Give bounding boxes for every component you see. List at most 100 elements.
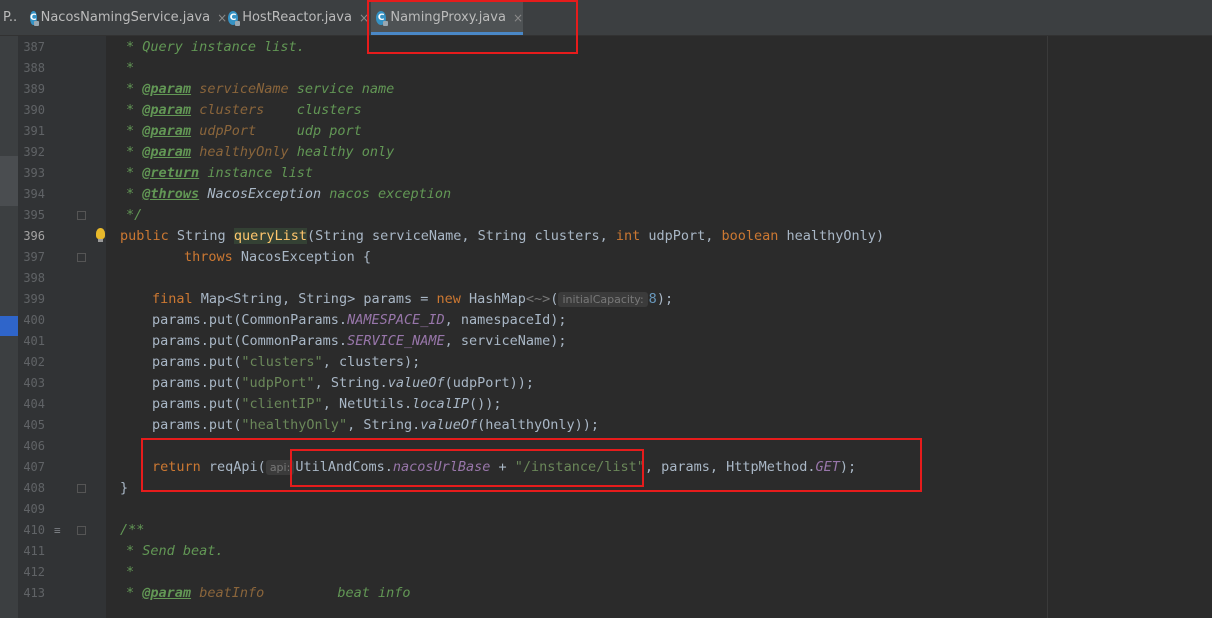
line-number: 394 [23, 187, 45, 201]
code-token: ); [656, 291, 674, 307]
code-line[interactable]: 392 * @param healthyOnly healthy only [0, 142, 1212, 163]
string-literal: "clusters" [241, 354, 323, 370]
static-method: valueOf [420, 417, 478, 433]
javadoc-tag: @param [142, 123, 192, 139]
code-line[interactable]: 411 * Send beat. [0, 541, 1212, 562]
fold-toggle-icon[interactable] [77, 484, 86, 493]
code-token: (udpPort)); [444, 375, 535, 391]
code-text: final Map<String, String> params = new H… [152, 289, 673, 310]
comment-text: clusters [296, 102, 362, 118]
code-line[interactable]: 396 public String queryList(String servi… [0, 226, 1212, 247]
code-token: , NetUtils. [322, 396, 413, 412]
code-token: params.put( [152, 417, 242, 433]
code-line[interactable]: 393 * @return instance list [0, 163, 1212, 184]
line-number: 413 [23, 586, 45, 600]
line-number: 400 [23, 313, 45, 327]
code-line[interactable]: 398 [0, 268, 1212, 289]
line-number: 395 [23, 208, 45, 222]
comment-text: * Send beat. [126, 543, 224, 559]
code-line[interactable]: 410 ≡ /** [0, 520, 1212, 541]
line-number: 411 [23, 544, 45, 558]
javadoc-param-name: clusters [199, 102, 289, 118]
code-token: params.put( [152, 354, 242, 370]
code-line[interactable]: 401 params.put(CommonParams.SERVICE_NAME… [0, 331, 1212, 352]
comment-star: * [126, 585, 143, 601]
code-text: throws NacosException { [184, 247, 371, 268]
code-line[interactable]: 390 * @param clusters clusters [0, 100, 1212, 121]
static-method: localIP [412, 396, 469, 412]
code-line[interactable]: 404 params.put("clientIP", NetUtils.loca… [0, 394, 1212, 415]
code-line[interactable]: 413 * @param beatInfo beat info [0, 583, 1212, 604]
tab-label: P.. [3, 10, 18, 25]
code-text: params.put(CommonParams.SERVICE_NAME, se… [152, 331, 567, 352]
code-text: params.put("clusters", clusters); [152, 352, 420, 373]
comment-star: * [126, 186, 143, 202]
code-text: params.put("udpPort", String.valueOf(udp… [152, 373, 534, 394]
code-line[interactable]: 405 params.put("healthyOnly", String.val… [0, 415, 1212, 436]
code-text: * @return instance list [126, 163, 313, 184]
comment-star: * [126, 123, 143, 139]
keyword: int [615, 228, 641, 244]
line-number: 412 [23, 565, 45, 579]
lightbulb-icon[interactable] [96, 228, 105, 242]
code-line[interactable]: 395 */ [0, 205, 1212, 226]
code-text: * Query instance list. [126, 37, 305, 58]
javadoc-tag: @throws [142, 186, 200, 202]
code-token: , String. [314, 375, 388, 391]
javadoc-tag: @param [142, 81, 192, 97]
java-class-icon: C [228, 10, 241, 26]
code-text: * @param clusters clusters [126, 100, 362, 121]
keyword: new [436, 291, 461, 307]
comment-text: /** [120, 522, 145, 538]
code-token: params.put(CommonParams. [152, 333, 348, 349]
code-line[interactable]: 400 params.put(CommonParams.NAMESPACE_ID… [0, 310, 1212, 331]
line-number: 404 [23, 397, 45, 411]
line-number: 408 [23, 481, 45, 495]
code-line[interactable]: 409 [0, 499, 1212, 520]
code-line[interactable]: 389 * @param serviceName service name [0, 79, 1212, 100]
javadoc-param-name: healthyOnly [199, 144, 289, 160]
code-text: params.put("healthyOnly", String.valueOf… [152, 415, 599, 436]
code-token: params.put(CommonParams. [152, 312, 348, 328]
code-line[interactable]: 412 * [0, 562, 1212, 583]
string-literal: "clientIP" [241, 396, 323, 412]
line-number: 393 [23, 166, 45, 180]
number-literal: 8 [648, 291, 657, 307]
comment-star: * [126, 165, 143, 181]
code-token: udpPort, [640, 228, 722, 244]
parameter-hint: initialCapacity: [558, 292, 648, 307]
code-token: NacosException { [232, 249, 371, 265]
fold-toggle-icon[interactable] [77, 253, 86, 262]
code-token: ()); [469, 396, 502, 412]
code-line[interactable]: 391 * @param udpPort udp port [0, 121, 1212, 142]
line-number: 387 [23, 40, 45, 54]
code-line[interactable]: 403 params.put("udpPort", String.valueOf… [0, 373, 1212, 394]
code-line[interactable]: 387 * Query instance list. [0, 37, 1212, 58]
fold-toggle-icon[interactable] [77, 526, 86, 535]
line-number: 390 [23, 103, 45, 117]
code-line[interactable]: 399 final Map<String, String> params = n… [0, 289, 1212, 310]
line-number: 398 [23, 271, 45, 285]
tab-host-reactor[interactable]: C HostReactor.java × [224, 0, 369, 35]
fold-toggle-icon[interactable] [77, 211, 86, 220]
code-text: */ [126, 205, 142, 226]
line-number: 399 [23, 292, 45, 306]
doc-render-icon[interactable]: ≡ [54, 520, 61, 541]
tab-nacos-naming-service[interactable]: C NacosNamingService.java × [26, 0, 227, 35]
tab-label: HostReactor.java [242, 10, 352, 25]
tab-truncated[interactable]: P.. [0, 0, 22, 35]
line-number: 405 [23, 418, 45, 432]
comment-text: nacos exception [329, 186, 452, 202]
line-number: 401 [23, 334, 45, 348]
line-number: 407 [23, 460, 45, 474]
line-number: 409 [23, 502, 45, 516]
javadoc-param-name: serviceName [199, 81, 289, 97]
code-token: ( [550, 291, 559, 307]
code-line[interactable]: 402 params.put("clusters", clusters); [0, 352, 1212, 373]
comment-text: healthy only [296, 144, 395, 160]
code-line[interactable]: 388 * [0, 58, 1212, 79]
code-line[interactable]: 397 throws NacosException { [0, 247, 1212, 268]
collapsed-diamond[interactable]: <~> [526, 291, 550, 307]
code-token: , String. [347, 417, 421, 433]
code-line[interactable]: 394 * @throws NacosException nacos excep… [0, 184, 1212, 205]
